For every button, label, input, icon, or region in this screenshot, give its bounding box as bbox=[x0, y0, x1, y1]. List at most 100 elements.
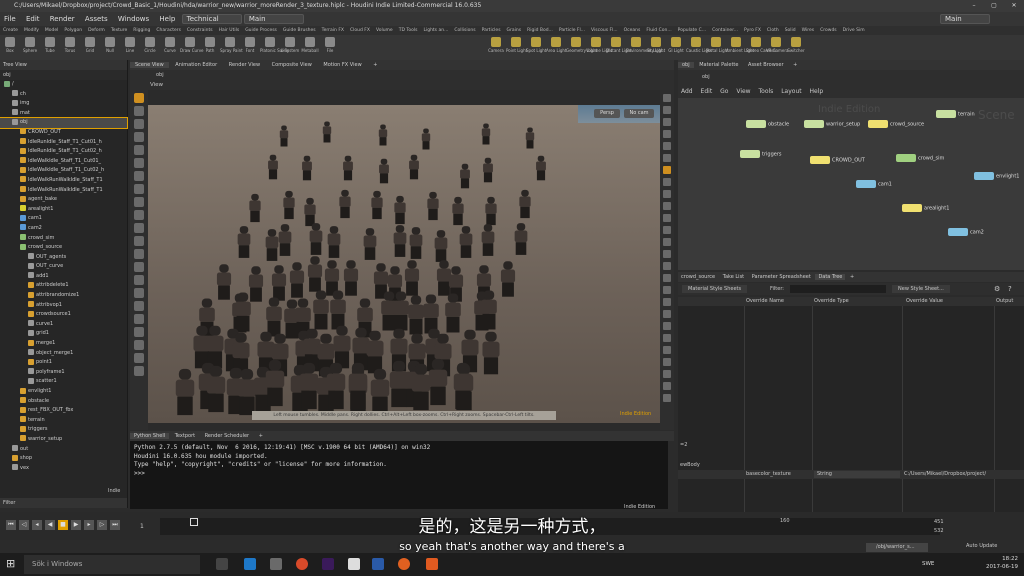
tab-python-shell[interactable]: Python Shell bbox=[130, 433, 170, 439]
menu-help[interactable]: Help bbox=[155, 15, 179, 23]
net-menu-layout[interactable]: Layout bbox=[778, 88, 804, 95]
tree-item[interactable]: / bbox=[0, 80, 127, 90]
auto-update-button[interactable]: Auto Update bbox=[966, 543, 997, 549]
new-style-sheet-button[interactable]: New Style Sheet... bbox=[892, 285, 950, 293]
shelf-tab[interactable]: Terrain FX bbox=[319, 28, 347, 33]
display-option-icon[interactable] bbox=[663, 370, 671, 378]
tree-item[interactable]: cam2 bbox=[0, 224, 127, 234]
display-option-icon[interactable] bbox=[663, 214, 671, 222]
shelf-tab[interactable]: Pyro FX bbox=[741, 28, 764, 33]
net-menu-go[interactable]: Go bbox=[717, 88, 731, 95]
viewport-tool-icon[interactable] bbox=[134, 288, 144, 298]
shelf-tool[interactable]: Torus bbox=[60, 35, 80, 60]
tab-tree-view[interactable]: Tree View bbox=[0, 60, 127, 70]
minimize-button[interactable]: – bbox=[966, 0, 982, 12]
display-option-icon[interactable] bbox=[663, 154, 671, 162]
tree-item[interactable]: CROWD_OUT bbox=[0, 128, 127, 138]
shelf-tab[interactable]: Particles bbox=[479, 28, 504, 33]
viewport-tool-icon[interactable] bbox=[134, 197, 144, 207]
shelf-tab[interactable]: Solid bbox=[782, 28, 799, 33]
display-option-icon[interactable] bbox=[663, 394, 671, 402]
file-explorer-icon[interactable] bbox=[270, 558, 282, 570]
display-option-icon[interactable] bbox=[663, 202, 671, 210]
workspace-select[interactable]: Main bbox=[243, 14, 304, 24]
tree-item[interactable]: IdleRunIdle_Staff_T1_Cut02_h bbox=[0, 147, 127, 157]
shelf-tab[interactable]: Lights an... bbox=[420, 28, 451, 33]
tree-item[interactable]: rest_FBX_OUT_fbx bbox=[0, 406, 127, 416]
network-node[interactable]: terrain bbox=[936, 110, 975, 119]
shelf-tab[interactable]: Texture bbox=[108, 28, 130, 33]
viewport-tool-icon[interactable] bbox=[134, 145, 144, 155]
shelf-tab[interactable]: Guide Process bbox=[242, 28, 280, 33]
shelf-tool[interactable]: Circle bbox=[140, 35, 160, 60]
shelf-tool[interactable]: Geometry Light bbox=[566, 35, 597, 60]
viewport-tool-icon[interactable] bbox=[134, 262, 144, 272]
word-icon[interactable] bbox=[372, 558, 384, 570]
shelf-tab[interactable]: Constraints bbox=[184, 28, 216, 33]
shelf-tool[interactable]: Environment Light bbox=[626, 35, 663, 60]
tab-material-palette[interactable]: Material Palette bbox=[695, 62, 742, 68]
language-indicator[interactable]: SWE bbox=[922, 561, 934, 567]
tree-item[interactable]: crowd_sim bbox=[0, 234, 127, 244]
shelf-tab[interactable]: Wires bbox=[799, 28, 817, 33]
viewport-tool-icon[interactable] bbox=[134, 340, 144, 350]
close-button[interactable]: ✕ bbox=[1006, 0, 1022, 12]
shelf-tab[interactable]: Oceans bbox=[621, 28, 644, 33]
taskbar-search[interactable]: Sök i Windows bbox=[24, 555, 200, 574]
network-node[interactable]: CROWD_OUT bbox=[810, 156, 865, 165]
tree-item[interactable]: arealight1 bbox=[0, 205, 127, 215]
shelf-tool[interactable]: Metaball bbox=[300, 35, 320, 60]
net-menu-help[interactable]: Help bbox=[807, 88, 827, 95]
viewer-path[interactable]: obj bbox=[156, 72, 164, 78]
network-node[interactable]: warrior_setup bbox=[804, 120, 860, 129]
display-option-icon[interactable] bbox=[663, 358, 671, 366]
viewport-tool-icon[interactable] bbox=[134, 275, 144, 285]
display-option-icon[interactable] bbox=[663, 94, 671, 102]
viewport-tool-icon[interactable] bbox=[134, 353, 144, 363]
desktop-select[interactable]: Technical bbox=[181, 14, 242, 24]
camera-menu[interactable]: No cam bbox=[624, 109, 654, 118]
help-icon[interactable]: ? bbox=[1008, 283, 1012, 295]
display-option-icon[interactable] bbox=[663, 238, 671, 246]
viewport-tool-icon[interactable] bbox=[134, 210, 144, 220]
shelf-tab[interactable]: Polygon bbox=[61, 28, 85, 33]
override-value-cell[interactable]: C:/Users/Mikael/Dropbox/project/ bbox=[904, 470, 986, 479]
network-node[interactable]: cam2 bbox=[948, 228, 984, 237]
python-shell[interactable]: Python 2.7.5 (default, Nov 6 2016, 12:19… bbox=[130, 441, 668, 510]
chrome-icon[interactable] bbox=[296, 558, 308, 570]
tab-take-list[interactable]: Take List bbox=[720, 274, 747, 280]
display-option-icon[interactable] bbox=[663, 286, 671, 294]
menu-edit[interactable]: Edit bbox=[22, 15, 44, 23]
menu-windows[interactable]: Windows bbox=[114, 15, 153, 23]
tree-item[interactable]: warrior_setup bbox=[0, 435, 127, 445]
add-tab-icon[interactable]: + bbox=[255, 433, 267, 439]
tab-crowd-source[interactable]: crowd_source bbox=[678, 274, 718, 280]
viewport-tool-icon[interactable] bbox=[134, 106, 144, 116]
tree-item[interactable]: object_merge1 bbox=[0, 349, 127, 359]
menu-file[interactable]: File bbox=[0, 15, 20, 23]
tree-item[interactable]: merge1 bbox=[0, 339, 127, 349]
display-option-icon[interactable] bbox=[663, 130, 671, 138]
shelf-tool[interactable]: Ambient Light bbox=[726, 35, 754, 60]
add-tab-icon[interactable]: + bbox=[789, 62, 801, 68]
menu-assets[interactable]: Assets bbox=[81, 15, 112, 23]
tree-item[interactable]: out bbox=[0, 445, 127, 455]
display-option-icon[interactable] bbox=[663, 346, 671, 354]
tree-item[interactable]: add1 bbox=[0, 272, 127, 282]
display-option-icon[interactable] bbox=[663, 274, 671, 282]
tree-item[interactable]: IdleWalkIdle_Staff_T1_Cut01_ bbox=[0, 157, 127, 167]
shelf-tool[interactable]: Path bbox=[200, 35, 220, 60]
shelf-tab[interactable]: Grains bbox=[504, 28, 525, 33]
tab-parameter-spreadsheet[interactable]: Parameter Spreadsheet bbox=[749, 274, 814, 280]
shelf-tool[interactable]: Stereo Camera bbox=[746, 35, 776, 60]
shelf-tool[interactable]: L-System bbox=[280, 35, 300, 60]
display-option-icon[interactable] bbox=[663, 310, 671, 318]
viewport-tool-icon[interactable] bbox=[134, 119, 144, 129]
shelf-tool[interactable]: Spot Light bbox=[526, 35, 546, 60]
shelf-tab[interactable]: Create bbox=[0, 28, 21, 33]
shelf-tool[interactable]: Tube bbox=[40, 35, 60, 60]
shelf-tab[interactable]: Cloud FX bbox=[347, 28, 373, 33]
tab-motion-fx-view[interactable]: Motion FX View bbox=[318, 62, 366, 68]
tree-item[interactable]: curve1 bbox=[0, 320, 127, 330]
style-sheet-select[interactable]: Material Style Sheets bbox=[682, 285, 748, 293]
